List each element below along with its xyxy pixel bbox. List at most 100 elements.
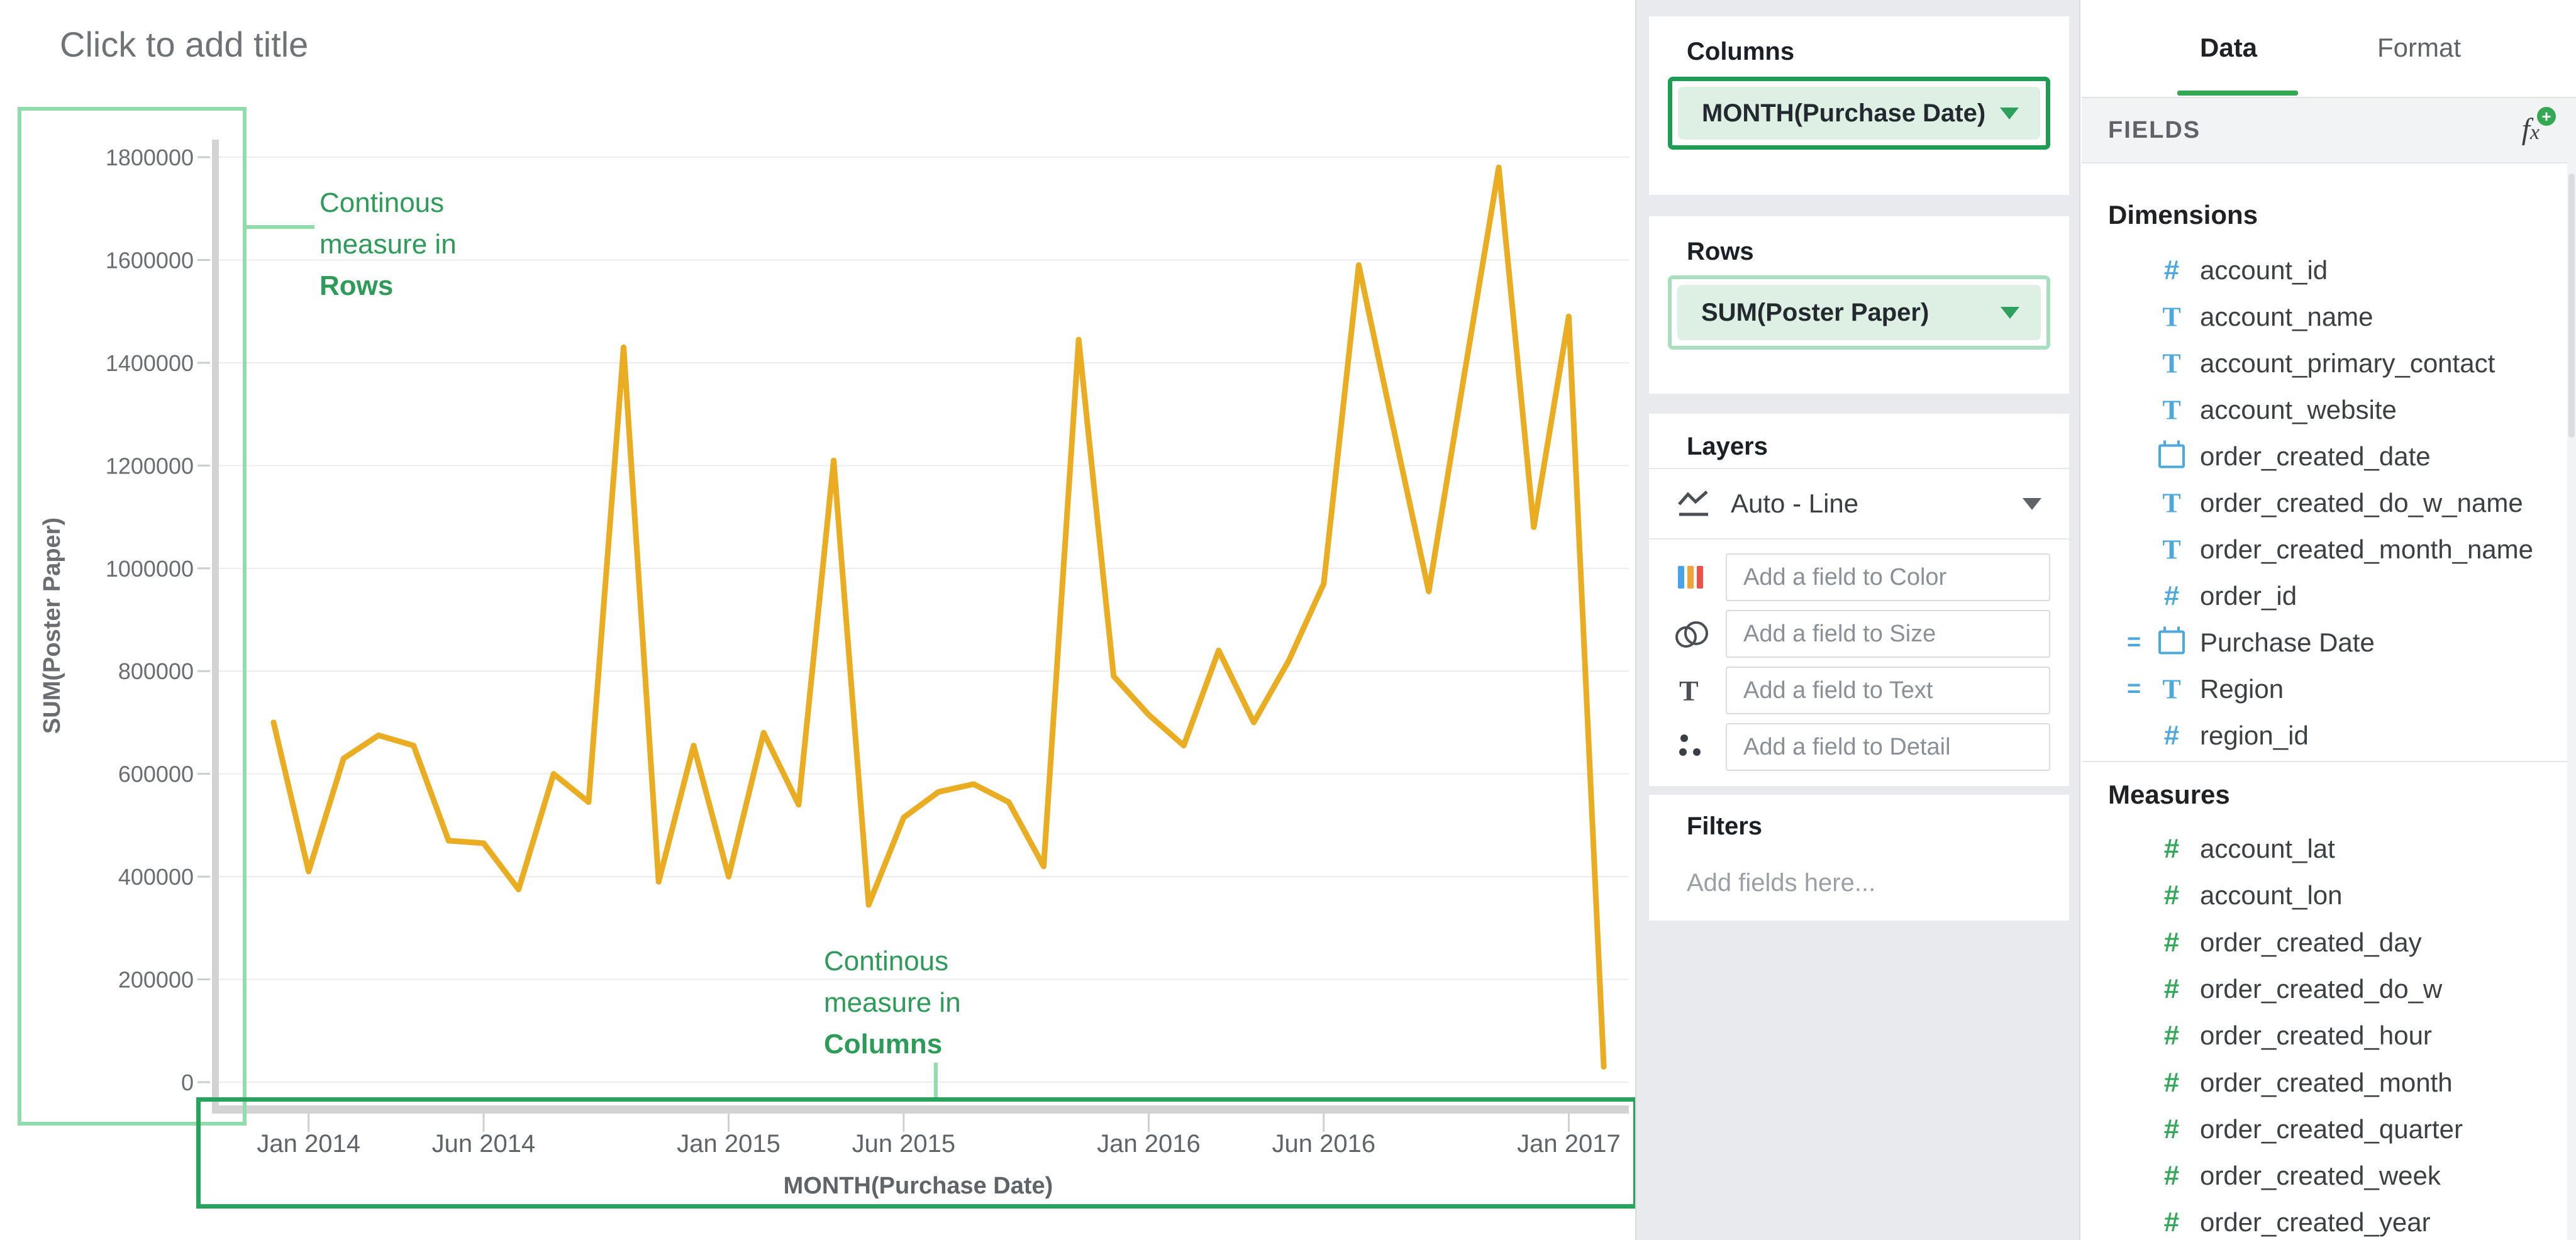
field-item-order_created_do_w_name[interactable]: Torder_created_do_w_name [2082, 480, 2576, 526]
number-field-icon: # [2154, 973, 2189, 1005]
field-item-account_lon[interactable]: # account_lon [2082, 872, 2576, 919]
field-item-order_created_week[interactable]: # order_created_week [2082, 1153, 2576, 1199]
field-label: order_created_do_w [2200, 974, 2442, 1004]
calendar-field-icon [2154, 629, 2189, 656]
tab-data[interactable]: Data [2200, 33, 2257, 63]
fields-scrollbar[interactable] [2567, 98, 2576, 1240]
text-icon[interactable]: T [1674, 667, 1714, 714]
text-field-icon: T [2154, 301, 2189, 333]
number-field-icon: # [2154, 927, 2189, 958]
fields-section-label: FIELDS [2108, 117, 2201, 144]
dimensions-header: Dimensions [2108, 200, 2258, 230]
field-item-account_name[interactable]: Taccount_name [2082, 294, 2576, 340]
number-field-icon: # [2154, 580, 2189, 612]
mark-drop-input[interactable]: Add a field to Size [1726, 610, 2050, 658]
field-label: order_created_day [2200, 927, 2422, 958]
mark-drop-input[interactable]: Add a field to Detail [1726, 723, 2050, 771]
field-item-account_primary_contact[interactable]: Taccount_primary_contact [2082, 340, 2576, 387]
dimensions-measures-divider [2082, 761, 2576, 762]
color-icon[interactable] [1674, 553, 1714, 601]
field-label: account_website [2200, 395, 2397, 425]
columns-annotation-connector [934, 1063, 938, 1097]
filters-header: Filters [1649, 795, 2069, 841]
columns-pill[interactable]: MONTH(Purchase Date) [1668, 77, 2050, 150]
field-label: account_id [2200, 255, 2328, 285]
chevron-down-icon[interactable] [2001, 307, 2019, 319]
field-label: order_created_hour [2200, 1021, 2432, 1051]
mark-drop-row: T Add a field to Text [1649, 667, 2069, 714]
mark-drop-input[interactable]: Add a field to Color [1726, 553, 2050, 601]
chevron-down-icon[interactable] [2000, 108, 2019, 119]
field-item-order_created_do_w[interactable]: # order_created_do_w [2082, 966, 2576, 1012]
field-item-account_id[interactable]: # account_id [2082, 247, 2576, 294]
mark-drop-row: Add a field to Size [1649, 610, 2069, 658]
mark-drop-input[interactable]: Add a field to Text [1726, 667, 2050, 714]
field-label: account_primary_contact [2200, 348, 2495, 379]
fields-section-bar: FIELDS fx+ [2082, 98, 2576, 163]
field-item-order_created_month[interactable]: #order_created_month [2082, 1060, 2576, 1106]
field-item-Purchase Date[interactable]: =Purchase Date [2082, 619, 2576, 666]
fields-panel: Data Format FIELDS fx+ Dimensions # accou… [2082, 0, 2576, 1240]
columns-shelf: Columns MONTH(Purchase Date) [1649, 16, 2069, 195]
field-item-order_id[interactable]: # order_id [2082, 573, 2576, 619]
add-calculated-field-icon[interactable]: fx+ [2522, 112, 2540, 147]
line-chart-icon [1675, 488, 1716, 519]
columns-pill-label: MONTH(Purchase Date) [1702, 99, 1985, 128]
app-root: Click to add title 020000040000060000080… [0, 0, 2576, 1240]
field-item-order_created_day[interactable]: # order_created_day [2082, 919, 2576, 966]
field-label: account_lon [2200, 880, 2343, 911]
size-icon[interactable] [1674, 610, 1714, 658]
field-label: account_name [2200, 302, 2373, 332]
number-field-icon: # [2154, 1160, 2189, 1192]
mark-type-label: Auto - Line [1731, 489, 1858, 519]
rows-axis-highlight-box [18, 107, 247, 1126]
calculated-field-equals-icon: = [2127, 676, 2141, 703]
number-field-icon: # [2154, 833, 2189, 865]
shelf-panel: Columns MONTH(Purchase Date) Rows SUM(Po… [1635, 0, 2080, 1240]
field-item-account_lat[interactable]: # account_lat [2082, 826, 2576, 872]
filters-dropzone[interactable]: Add fields here... [1687, 869, 1875, 897]
field-item-order_created_date[interactable]: order_created_date [2082, 433, 2576, 480]
field-label: order_created_year [2200, 1207, 2431, 1237]
field-label: Region [2200, 674, 2284, 704]
field-item-order_created_hour[interactable]: # order_created_hour [2082, 1012, 2576, 1059]
field-label: order_created_quarter [2200, 1114, 2463, 1144]
mark-drop-row: Add a field to Detail [1649, 723, 2069, 771]
rows-pill[interactable]: SUM(Poster Paper) [1668, 275, 2050, 350]
rows-annotation-connector [247, 225, 314, 229]
field-label: region_id [2200, 721, 2309, 751]
rows-annotation: Continous measure in Rows [319, 182, 457, 307]
field-item-order_created_month_name[interactable]: Torder_created_month_name [2082, 526, 2576, 573]
active-tab-underline [2177, 91, 2298, 96]
field-label: order_created_month [2200, 1068, 2453, 1098]
field-label: account_lat [2200, 834, 2335, 864]
layers-header: Layers [1649, 414, 2069, 461]
measures-header: Measures [2108, 780, 2230, 810]
calculated-field-equals-icon: = [2127, 629, 2141, 656]
field-item-region_id[interactable]: #region_id [2082, 712, 2576, 759]
field-item-Region[interactable]: =TRegion [2082, 666, 2576, 712]
columns-shelf-header: Columns [1649, 16, 2069, 66]
tab-format[interactable]: Format [2377, 33, 2461, 63]
number-field-icon: # [2154, 255, 2189, 286]
text-field-icon: T [2154, 348, 2189, 380]
field-label: order_created_date [2200, 441, 2431, 472]
field-label: order_id [2200, 581, 2297, 611]
field-label: order_created_week [2200, 1161, 2441, 1191]
number-field-icon: # [2154, 880, 2189, 911]
filters-card: Filters Add fields here... [1649, 795, 2069, 921]
field-item-order_created_quarter[interactable]: # order_created_quarter [2082, 1106, 2576, 1153]
text-field-icon: T [2154, 394, 2189, 426]
field-item-order_created_year[interactable]: #order_created_year [2082, 1199, 2576, 1240]
rows-shelf-header: Rows [1649, 216, 2069, 266]
field-label: order_created_do_w_name [2200, 488, 2523, 518]
number-field-icon: # [2154, 1020, 2189, 1051]
chevron-down-icon[interactable] [2023, 498, 2041, 510]
rows-pill-label: SUM(Poster Paper) [1701, 299, 1929, 327]
number-field-icon: # [2154, 1114, 2189, 1145]
chart-canvas: Click to add title 020000040000060000080… [0, 0, 1635, 1240]
mark-type-selector[interactable]: Auto - Line [1649, 469, 2069, 538]
calendar-field-icon [2154, 443, 2189, 470]
field-item-account_website[interactable]: Taccount_website [2082, 387, 2576, 433]
detail-icon[interactable] [1674, 723, 1714, 771]
